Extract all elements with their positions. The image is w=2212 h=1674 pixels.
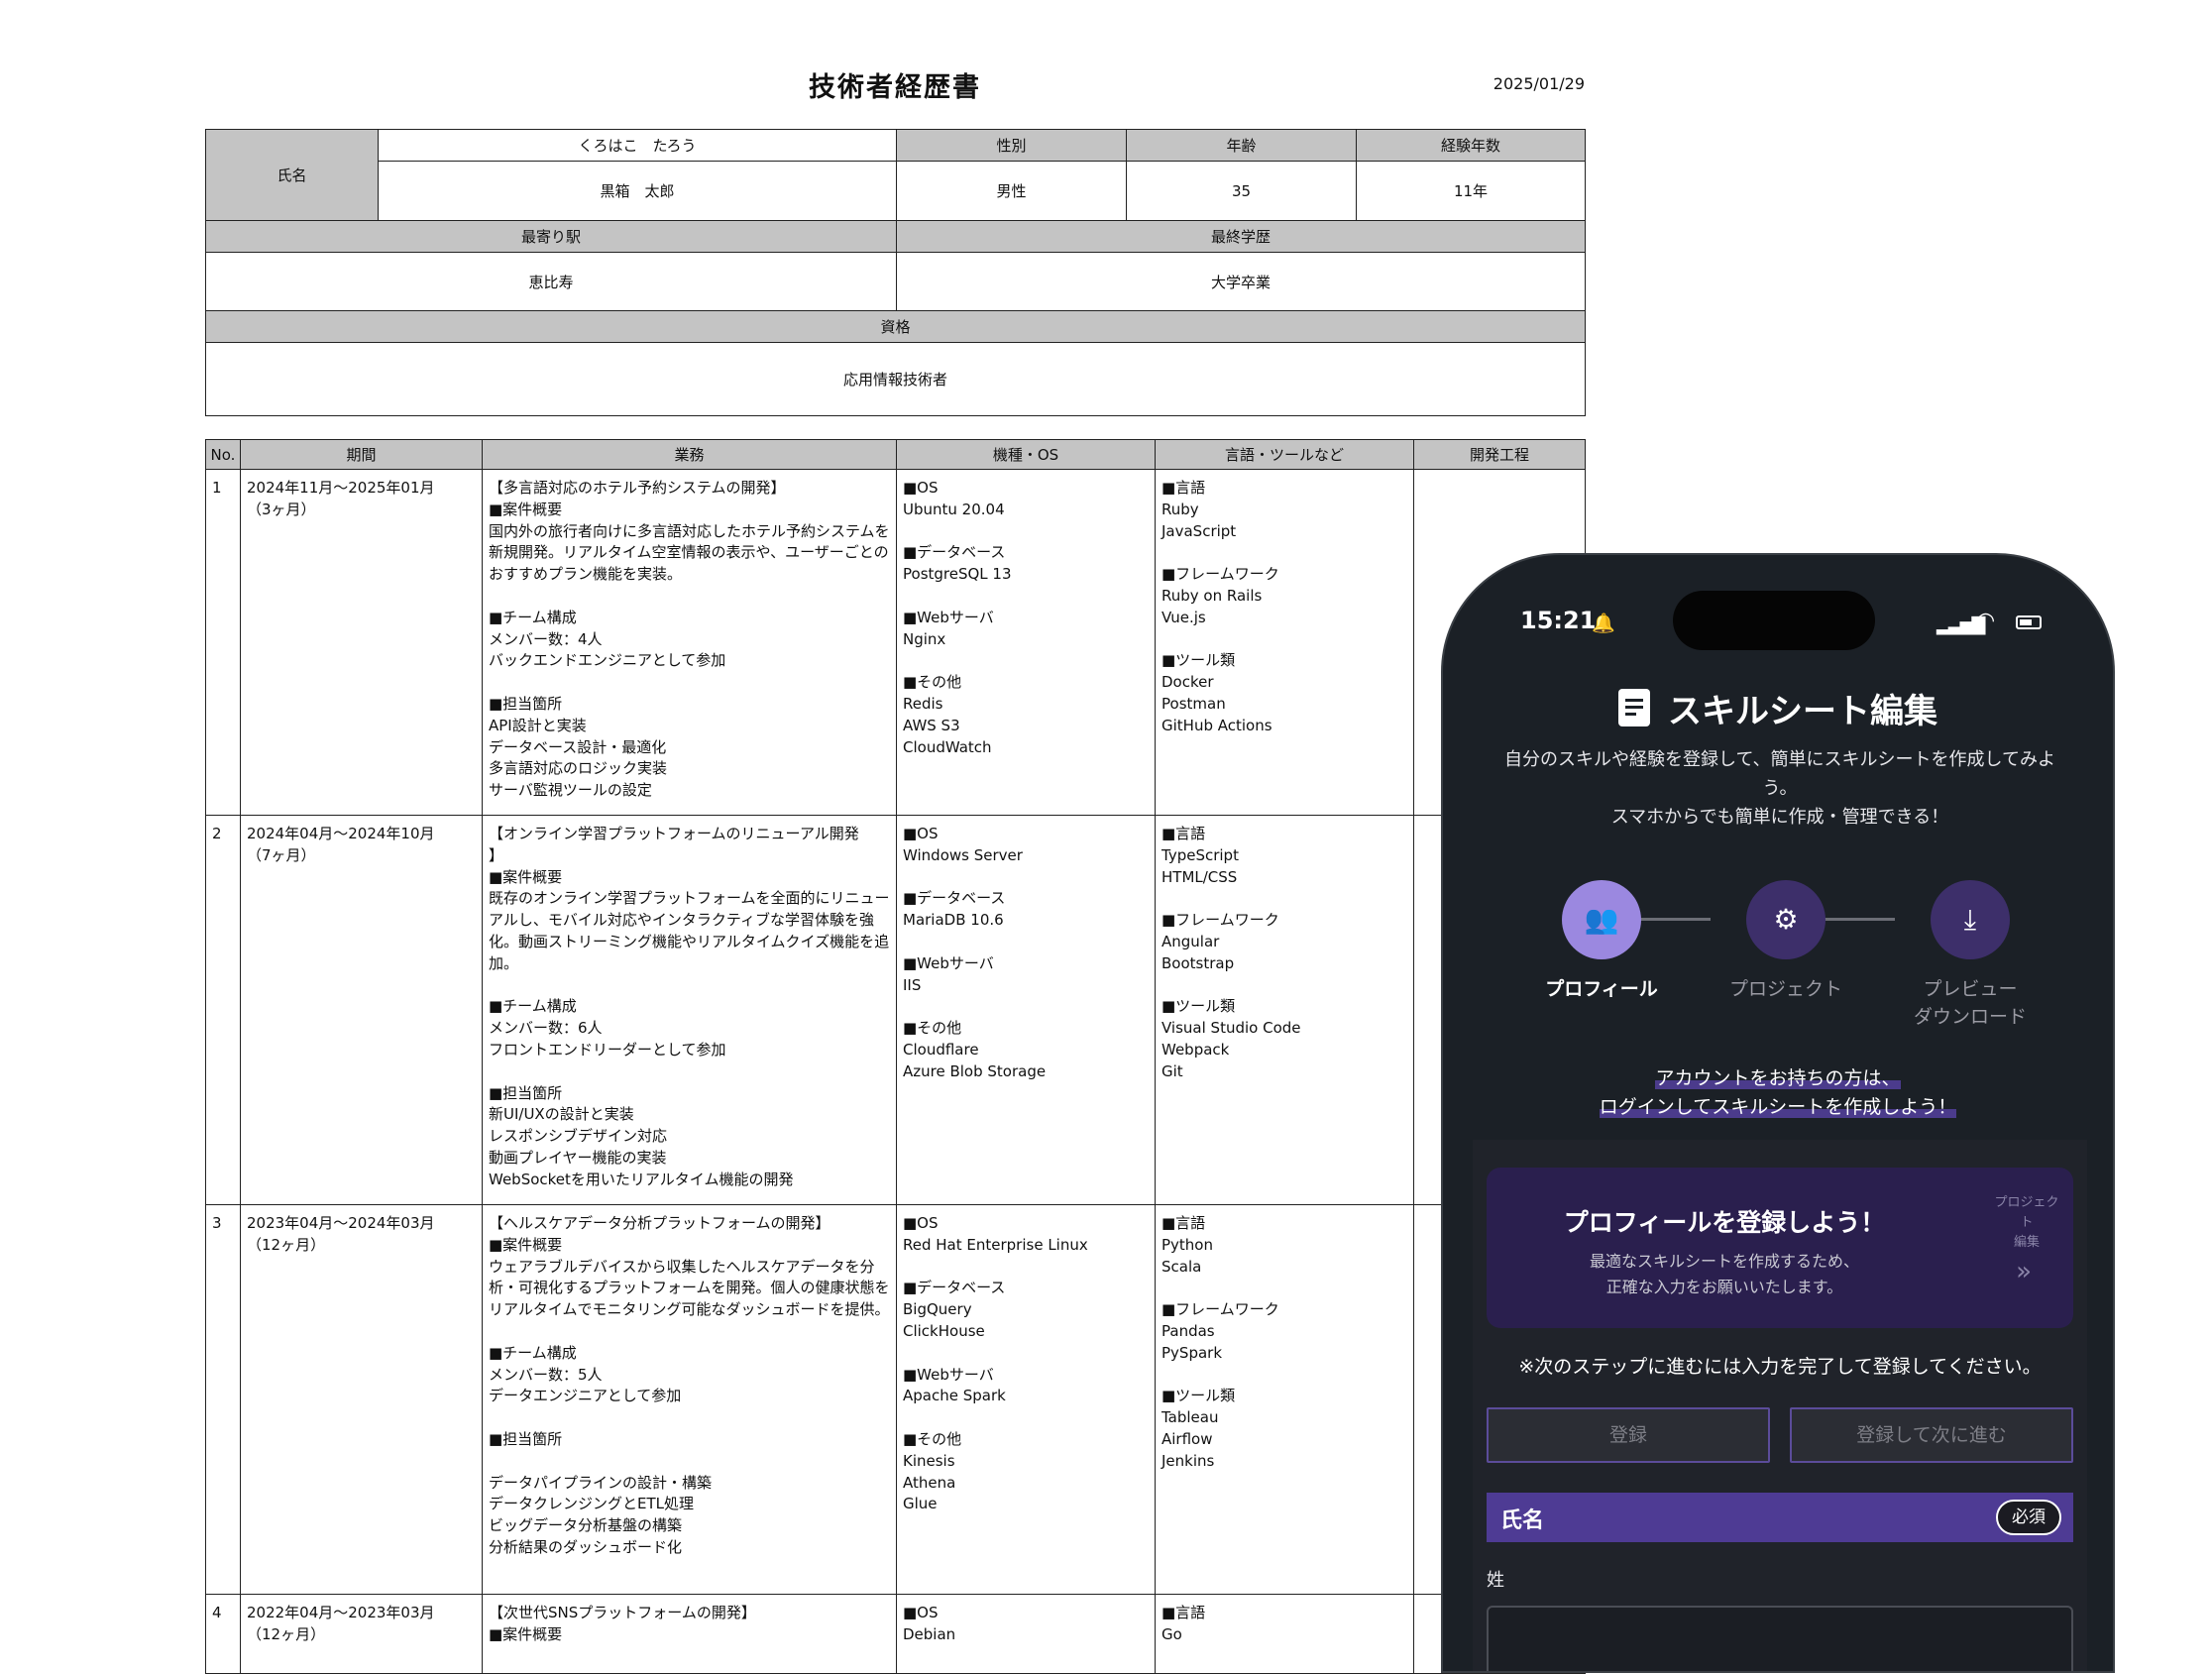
row-tools: ■言語 Ruby JavaScript ■フレームワーク Ruby on Rai… [1155, 469, 1414, 816]
age-label: 年齢 [1126, 129, 1357, 162]
qualification-value: 応用情報技術者 [205, 342, 1586, 416]
step-label-line: プレビュー [1923, 978, 2018, 1000]
station-value: 恵比寿 [205, 252, 897, 311]
row-period: 2024年11月〜2025年01月 （3ヶ月） [240, 469, 483, 816]
name-kana: くろはこ たろう [378, 129, 897, 162]
row-work: 【ヘルスケアデータ分析プラットフォームの開発】 ■案件概要 ウェアラブルデバイス… [482, 1204, 897, 1595]
name-label: 氏名 [205, 129, 379, 221]
step-indicator: 👥 ⚙ ⤓ プロフィール プロジェクト プレビュー ダウンロード [1443, 866, 2113, 1028]
row-no: 2 [205, 815, 241, 1205]
gender-label: 性別 [896, 129, 1127, 162]
name-field-header: 氏名 必須 [1487, 1493, 2073, 1542]
field-label: 氏名 [1500, 1508, 1545, 1533]
dynamic-island [1673, 591, 1875, 650]
row-period: 2024年04月〜2024年10月 （7ヶ月） [240, 815, 483, 1205]
row-tools: ■言語 Go [1155, 1594, 1414, 1674]
step-label-line: ダウンロード [1913, 1006, 2027, 1028]
register-button[interactable]: 登録 [1487, 1407, 1770, 1463]
col-work: 業務 [482, 439, 897, 470]
age-value: 35 [1126, 161, 1357, 221]
step-label-project: プロジェクト [1728, 978, 1842, 1000]
row-period: 2023年04月〜2024年03月 （12ヶ月） [240, 1204, 483, 1595]
chevron-double-right-icon[interactable]: » [2016, 1257, 2032, 1286]
document-date: 2025/01/29 [1493, 74, 1585, 93]
wifi-icon: ◠ [1976, 609, 1996, 633]
card-title: プロフィールを登録しよう！ [1563, 1208, 1886, 1237]
description-line: 自分のスキルや経験を登録して、簡単にスキルシートを作成してみよ [1503, 749, 2056, 770]
step-preview-button[interactable]: ⤓ [1931, 880, 2010, 959]
col-process: 開発工程 [1413, 439, 1586, 470]
row-period: 2022年04月〜2023年03月 （12ヶ月） [240, 1594, 483, 1674]
page-title-text: スキルシート編集 [1668, 692, 1937, 731]
row-work: 【次世代SNSプラットフォームの開発】 ■案件概要 [482, 1594, 897, 1674]
download-icon: ⤓ [1963, 903, 1977, 936]
step-note: ※次のステップに進むには入力を完了して登録してください。 [1518, 1356, 2042, 1378]
document-title: 技術者経歴書 [809, 72, 981, 103]
col-no: No. [205, 439, 241, 470]
gear-icon: ⚙ [1773, 903, 1799, 936]
profile-table: 氏名 くろはこ たろう 性別 年齢 経験年数 黒箱 太郎 男性 35 11年 最… [205, 129, 1586, 416]
form-panel: プロフィールを登録しよう！ 最適なスキルシートを作成するため、 正確な入力をお願… [1473, 1140, 2087, 1671]
education-label: 最終学歴 [896, 220, 1586, 253]
required-badge: 必須 [1996, 1500, 2061, 1535]
register-next-button[interactable]: 登録して次に進む [1790, 1407, 2073, 1463]
row-no: 1 [205, 469, 241, 816]
table-row: 4 2022年04月〜2023年03月 （12ヶ月） 【次世代SNSプラットフォ… [205, 1594, 1586, 1674]
next-step-link[interactable]: プロジェクト 編集 [1992, 1193, 2061, 1253]
login-link[interactable]: ログインしてスキルシートを作成しよう！ [1599, 1096, 1957, 1118]
col-tools: 言語・ツールなど [1155, 439, 1414, 470]
step-label-preview: プレビュー ダウンロード [1891, 975, 2049, 1031]
row-tools: ■言語 Python Scala ■フレームワーク Pandas PySpark… [1155, 1204, 1414, 1595]
row-no: 4 [205, 1594, 241, 1674]
table-row: 3 2023年04月〜2024年03月 （12ヶ月） 【ヘルスケアデータ分析プラ… [205, 1204, 1586, 1595]
station-label: 最寄り駅 [205, 220, 897, 253]
row-no: 3 [205, 1204, 241, 1595]
experience-label: 経験年数 [1356, 129, 1586, 162]
card-subtitle-line: 正確な入力をお願いいたします。 [1605, 1278, 1843, 1296]
row-os: ■OS Debian [896, 1594, 1156, 1674]
table-row: 1 2024年11月〜2025年01月 （3ヶ月） 【多言語対応のホテル予約シス… [205, 469, 1586, 816]
experience-value: 11年 [1356, 161, 1586, 221]
login-prompt[interactable]: アカウントをお持ちの方は、 ログインしてスキルシートを作成しよう！ [1443, 1064, 2113, 1122]
card-subtitle-line: 最適なスキルシートを作成するため、 [1589, 1252, 1859, 1271]
last-name-label: 姓 [1487, 1570, 1504, 1591]
page-description: 自分のスキルや経験を登録して、簡単にスキルシートを作成してみよ う。 スマホから… [1483, 745, 2077, 832]
step-project-button[interactable]: ⚙ [1746, 880, 1825, 959]
row-os: ■OS Ubuntu 20.04 ■データベース PostgreSQL 13 ■… [896, 469, 1156, 816]
row-tools: ■言語 TypeScript HTML/CSS ■フレームワーク Angular… [1155, 815, 1414, 1205]
row-work: 【多言語対応のホテル予約システムの開発】 ■案件概要 国内外の旅行者向けに多言語… [482, 469, 897, 816]
row-os: ■OS Red Hat Enterprise Linux ■データベース Big… [896, 1204, 1156, 1595]
description-line: う。 [1762, 778, 1798, 799]
status-time: 15:21 [1520, 607, 1597, 634]
step-label-profile: プロフィール [1545, 978, 1658, 1000]
page-title: スキルシート編集 [1443, 684, 2113, 732]
description-line: スマホからでも簡単に作成・管理できる！ [1610, 807, 1949, 828]
profile-intro-card: プロフィールを登録しよう！ 最適なスキルシートを作成するため、 正確な入力をお願… [1487, 1168, 2073, 1328]
row-work: 【オンライン学習プラットフォームのリニューアル開発 】 ■案件概要 既存のオンラ… [482, 815, 897, 1205]
table-row: 2 2024年04月〜2024年10月 （7ヶ月） 【オンライン学習プラットフォ… [205, 815, 1586, 1205]
card-subtitle: 最適なスキルシートを作成するため、 正確な入力をお願いいたします。 [1487, 1249, 1962, 1300]
skill-sheet-document: 技術者経歴書 2025/01/29 氏名 くろはこ たろう 性別 年齢 経験年数… [205, 0, 1586, 1674]
bell-icon: 🔔 [1592, 613, 1615, 634]
step-profile-button[interactable]: 👥 [1562, 880, 1641, 959]
project-table: No. 期間 業務 機種・OS 言語・ツールなど 開発工程 1 2024年11月… [205, 439, 1586, 1674]
document-icon [1618, 689, 1650, 726]
row-os: ■OS Windows Server ■データベース MariaDB 10.6 … [896, 815, 1156, 1205]
col-os: 機種・OS [896, 439, 1156, 470]
last-name-input[interactable] [1487, 1606, 2073, 1671]
name-value: 黒箱 太郎 [378, 161, 897, 221]
qualification-label: 資格 [205, 310, 1586, 343]
users-icon: 👥 [1584, 903, 1619, 936]
education-value: 大学卒業 [896, 252, 1586, 311]
col-period: 期間 [240, 439, 483, 470]
phone-mockup: 15:21 🔔 ▂▃▅▇ ◠ スキルシート編集 自分のスキルや経験を登録して、簡… [1441, 553, 2115, 1673]
login-line: アカウントをお持ちの方は、 [1655, 1067, 1901, 1089]
battery-icon [2016, 615, 2042, 629]
gender-value: 男性 [896, 161, 1127, 221]
